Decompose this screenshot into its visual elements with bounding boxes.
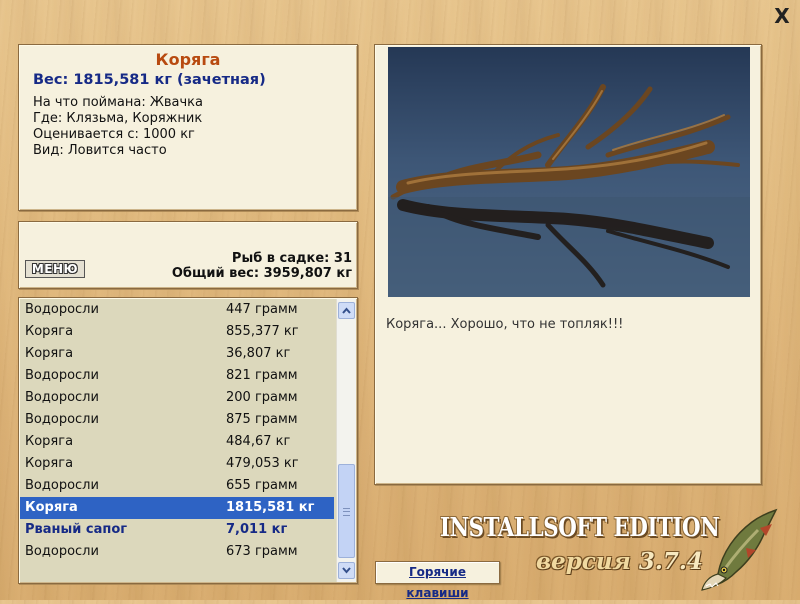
list-item[interactable]: Водоросли 200 грамм <box>20 387 334 409</box>
close-icon[interactable]: X <box>774 4 789 28</box>
version-number: 3.7.4 <box>638 548 703 575</box>
item-name: Коряга <box>25 346 74 361</box>
scroll-up-button[interactable] <box>338 302 355 319</box>
item-weight: 673 грамм <box>226 544 298 559</box>
item-name: Рваный сапог <box>25 522 128 537</box>
scroll-up-icon <box>342 307 351 314</box>
scroll-grip <box>343 508 350 516</box>
bait-info: На что поймана: Жвачка <box>33 95 203 110</box>
list-item-selected[interactable]: Коряга 1815,581 кг <box>20 497 334 519</box>
item-weight: 7,011 кг <box>226 522 288 537</box>
keepnet-stats-panel: МЕНЮ Рыб в садке: 31 Общий вес: 3959,807… <box>18 221 358 289</box>
fish-name: Коряга <box>155 50 221 69</box>
item-name: Водоросли <box>25 368 99 383</box>
scroll-thumb[interactable] <box>338 464 355 558</box>
item-name: Водоросли <box>25 544 99 559</box>
catch-list[interactable]: Водоросли 447 грамм Коряга 855,377 кг Коря… <box>20 299 334 582</box>
list-item[interactable]: Водоросли 821 грамм <box>20 365 334 387</box>
list-item[interactable]: Коряга 484,67 кг <box>20 431 334 453</box>
list-item[interactable]: Водоросли 655 грамм <box>20 475 334 497</box>
item-weight: 875 грамм <box>226 412 298 427</box>
list-item[interactable]: Водоросли 673 грамм <box>20 541 334 563</box>
fish-photo <box>388 47 750 297</box>
item-weight: 36,807 кг <box>226 346 291 361</box>
catch-list-panel: Водоросли 447 грамм Коряга 855,377 кг Коря… <box>18 297 358 584</box>
list-item[interactable]: Коряга 855,377 кг <box>20 321 334 343</box>
scroll-down-button[interactable] <box>338 562 355 579</box>
edition-logo: INSTALLSOFT EDITION <box>440 513 720 543</box>
item-name: Коряга <box>25 324 74 339</box>
location-info: Где: Клязьма, Коряжник <box>33 111 203 126</box>
item-weight: 655 грамм <box>226 478 298 493</box>
scroll-down-icon <box>342 567 351 574</box>
item-name: Коряга <box>25 456 74 471</box>
item-weight: 855,377 кг <box>226 324 299 339</box>
list-item[interactable]: Коряга 479,053 кг <box>20 453 334 475</box>
scrollbar[interactable] <box>336 299 356 582</box>
version-label: версия 3.7.4 <box>536 548 703 575</box>
item-name: Водоросли <box>25 412 99 427</box>
pike-fish-icon <box>701 508 778 591</box>
fish-picture-panel: Коряга... Хорошо, что не топляк!!! <box>374 44 762 485</box>
list-item[interactable]: Рваный сапог 7,011 кг <box>20 519 334 541</box>
list-item[interactable]: Коряга 36,807 кг <box>20 343 334 365</box>
fish-count: Рыб в садке: 31 <box>231 251 352 266</box>
item-weight: 1815,581 кг <box>226 500 315 515</box>
item-name: Коряга <box>25 500 78 515</box>
kind-info: Вид: Ловится часто <box>33 143 167 158</box>
item-weight: 200 грамм <box>226 390 298 405</box>
item-weight: 484,67 кг <box>226 434 291 449</box>
item-name: Водоросли <box>25 302 99 317</box>
total-weight: Общий вес: 3959,807 кг <box>171 266 352 281</box>
hotkeys-button[interactable]: Горячие клавиши <box>375 561 500 600</box>
version-word: версия <box>536 548 631 575</box>
menu-button[interactable]: МЕНЮ <box>25 260 85 278</box>
list-item[interactable]: Водоросли 447 грамм <box>20 299 334 321</box>
item-weight: 447 грамм <box>226 302 298 317</box>
item-weight: 821 грамм <box>226 368 298 383</box>
catch-info-panel: Коряга Вес: 1815,581 кг (зачетная) На чт… <box>18 44 358 211</box>
fish-weight: Вес: 1815,581 кг (зачетная) <box>33 72 266 88</box>
item-name: Водоросли <box>25 478 99 493</box>
list-item[interactable]: Водоросли 875 грамм <box>20 409 334 431</box>
photo-caption: Коряга... Хорошо, что не топляк!!! <box>386 317 624 332</box>
item-name: Водоросли <box>25 390 99 405</box>
close-button[interactable]: X <box>772 6 792 26</box>
item-weight: 479,053 кг <box>226 456 299 471</box>
valuation-info: Оценивается с: 1000 кг <box>33 127 195 142</box>
item-name: Коряга <box>25 434 74 449</box>
